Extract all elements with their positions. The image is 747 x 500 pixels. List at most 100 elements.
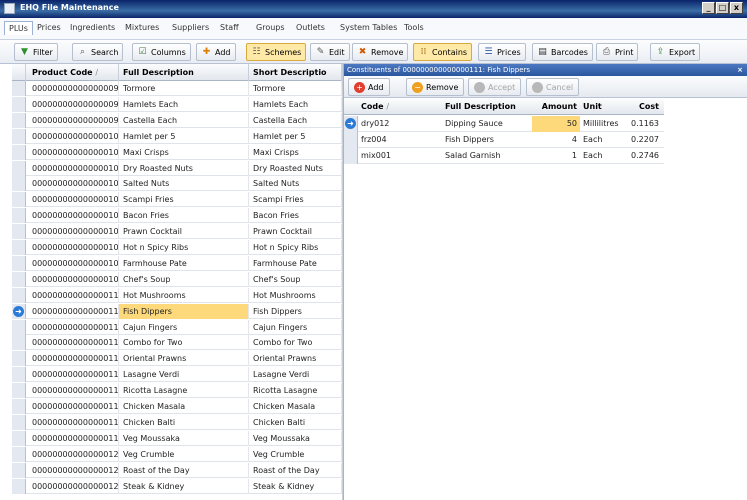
columns-button[interactable]: ☑ Columns [132,43,191,61]
cell-product-code[interactable]: 000000000000000108 [26,255,119,271]
row-selector[interactable] [12,462,26,478]
cell-full-description[interactable]: Cajun Fingers [119,319,249,335]
row-selector[interactable] [12,478,26,494]
cell-short-description[interactable]: Veg Moussaka [249,430,342,446]
row-selector[interactable] [12,351,26,367]
constituent-cancel-button[interactable]: Cancel [526,78,580,96]
table-row[interactable]: 000000000000000107 Hot n Spicy Ribs Hot n … [12,240,343,255]
row-selector[interactable] [12,399,26,414]
table-row[interactable]: ➜ 000000000000000111 Fish Dippers Fish Dipp… [12,303,343,319]
col-header-unit[interactable]: Unit [580,99,620,115]
cell-short-description[interactable]: Chicken Masala [249,399,342,414]
cell-product-code[interactable]: 000000000000000098 [26,96,119,112]
cell-short-description[interactable]: Salted Nuts [249,176,342,192]
menu-mixtures[interactable]: Mixtures [125,23,159,32]
cell-product-code[interactable]: 000000000000000105 [26,208,119,224]
cell-cost[interactable]: 0.1163 [620,116,662,132]
cell-cost[interactable]: 0.2207 [620,132,662,148]
cell-full-description[interactable]: Veg Crumble [119,446,249,462]
table-row[interactable]: 000000000000000108 Farmhouse Pate Farmhous… [12,255,343,271]
table-row[interactable]: 000000000000000101 Maxi Crisps Maxi Crisps [12,144,343,160]
cell-product-code[interactable]: 000000000000000109 [26,271,119,287]
cell-full-description[interactable]: Salted Nuts [119,176,249,192]
cell-product-code[interactable]: 000000000000000100 [26,128,119,144]
cell-product-code[interactable]: 000000000000000106 [26,224,119,240]
table-row[interactable]: 000000000000000097 Tormore Tormore [12,81,343,96]
cell-product-code[interactable]: 000000000000000103 [26,176,119,192]
table-row[interactable]: 000000000000000104 Scampi Fries Scampi Fri… [12,192,343,208]
cell-full-description[interactable]: Lasagne Verdi [119,367,249,383]
table-row[interactable]: 000000000000000102 Dry Roasted Nuts Dry Ro… [12,160,343,176]
row-selector[interactable] [12,446,26,462]
table-row[interactable]: 000000000000000099 Castella Each Castella … [12,112,343,128]
row-selector[interactable] [12,383,26,399]
row-selector[interactable] [344,148,358,164]
row-selector[interactable] [12,240,26,255]
cell-short-description[interactable]: Cajun Fingers [249,319,342,335]
cell-full-description[interactable]: Bacon Fries [119,208,249,224]
contains-button[interactable]: ⁞⁞ Contains [413,43,473,61]
col-header-short-description[interactable]: Short Descriptio [249,64,342,81]
cell-full-description[interactable]: Hot Mushrooms [119,287,249,303]
cell-short-description[interactable]: Steak & Kidney [249,478,342,494]
cell-short-description[interactable]: Tormore [249,81,342,96]
table-row[interactable]: mix001 Salad Garnish 1 Each 0.2746 [344,148,664,164]
cell-full-description[interactable]: Fish Dippers [442,132,532,148]
cell-full-description[interactable]: Oriental Prawns [119,351,249,367]
maximize-button[interactable]: □ [716,2,729,14]
row-selector[interactable]: ➜ [12,303,26,319]
minimize-button[interactable]: _ [702,2,715,14]
cell-cost[interactable]: 0.2746 [620,148,662,164]
table-row[interactable]: frz004 Fish Dippers 4 Each 0.2207 [344,132,664,148]
cell-short-description[interactable]: Oriental Prawns [249,351,342,367]
edit-button[interactable]: ✎ Edit [310,43,350,61]
cell-unit[interactable]: Millilitres [580,116,620,132]
row-selector[interactable] [12,144,26,160]
row-selector[interactable]: ➜ [344,116,358,132]
cell-amount[interactable]: 1 [532,148,580,164]
cell-product-code[interactable]: 000000000000000111 [26,303,119,319]
row-selector[interactable] [12,192,26,208]
cell-full-description[interactable]: Chicken Masala [119,399,249,414]
col-header-full-description[interactable]: Full Description [119,64,249,81]
cell-full-description[interactable]: Ricotta Lasagne [119,383,249,399]
table-row[interactable]: 000000000000000117 Chicken Masala Chicken … [12,399,343,414]
row-selector[interactable] [12,128,26,144]
cell-full-description[interactable]: Chicken Balti [119,414,249,430]
cell-short-description[interactable]: Fish Dippers [249,303,342,319]
cell-short-description[interactable]: Scampi Fries [249,192,342,208]
table-row[interactable]: 000000000000000121 Roast of the Day Roast … [12,462,343,478]
row-selector[interactable] [12,208,26,224]
barcodes-button[interactable]: ▤ Barcodes [532,43,593,61]
col-header-product-code[interactable]: Product Code / [26,64,119,81]
cell-short-description[interactable]: Castella Each [249,112,342,128]
filter-button[interactable]: ▼ Filter [14,43,58,61]
cell-product-code[interactable]: 000000000000000102 [26,160,119,176]
cell-unit[interactable]: Each [580,132,620,148]
cell-full-description[interactable]: Veg Moussaka [119,430,249,446]
table-row[interactable]: 000000000000000116 Ricotta Lasagne Ricotta… [12,383,343,399]
add-button[interactable]: ✚ Add [196,43,236,61]
table-row[interactable]: 000000000000000110 Hot Mushrooms Hot Mushr… [12,287,343,303]
cell-product-code[interactable]: 000000000000000121 [26,462,119,478]
menu-prices[interactable]: Prices [37,23,61,32]
remove-button[interactable]: ✖ Remove [352,43,409,61]
cell-full-description[interactable]: Maxi Crisps [119,144,249,160]
row-selector[interactable] [12,112,26,128]
cell-short-description[interactable]: Lasagne Verdi [249,367,342,383]
cell-short-description[interactable]: Combo for Two [249,335,342,351]
menu-groups[interactable]: Groups [256,23,285,32]
cell-full-description[interactable]: Scampi Fries [119,192,249,208]
cell-short-description[interactable]: Ricotta Lasagne [249,383,342,399]
table-row[interactable]: 000000000000000098 Hamlets Each Hamlets Ea… [12,96,343,112]
cell-full-description[interactable]: Hot n Spicy Ribs [119,240,249,255]
cell-full-description[interactable]: Chef's Soup [119,271,249,287]
table-row[interactable]: 000000000000000114 Oriental Prawns Orienta… [12,351,343,367]
constituent-remove-button[interactable]: − Remove [406,78,465,96]
cell-product-code[interactable]: 000000000000000107 [26,240,119,255]
menu-ingredients[interactable]: Ingredients [70,23,115,32]
print-button[interactable]: ⎙ Print [596,43,639,61]
cell-short-description[interactable]: Veg Crumble [249,446,342,462]
cell-full-description[interactable]: Hamlet per 5 [119,128,249,144]
cell-product-code[interactable]: 000000000000000122 [26,478,119,494]
